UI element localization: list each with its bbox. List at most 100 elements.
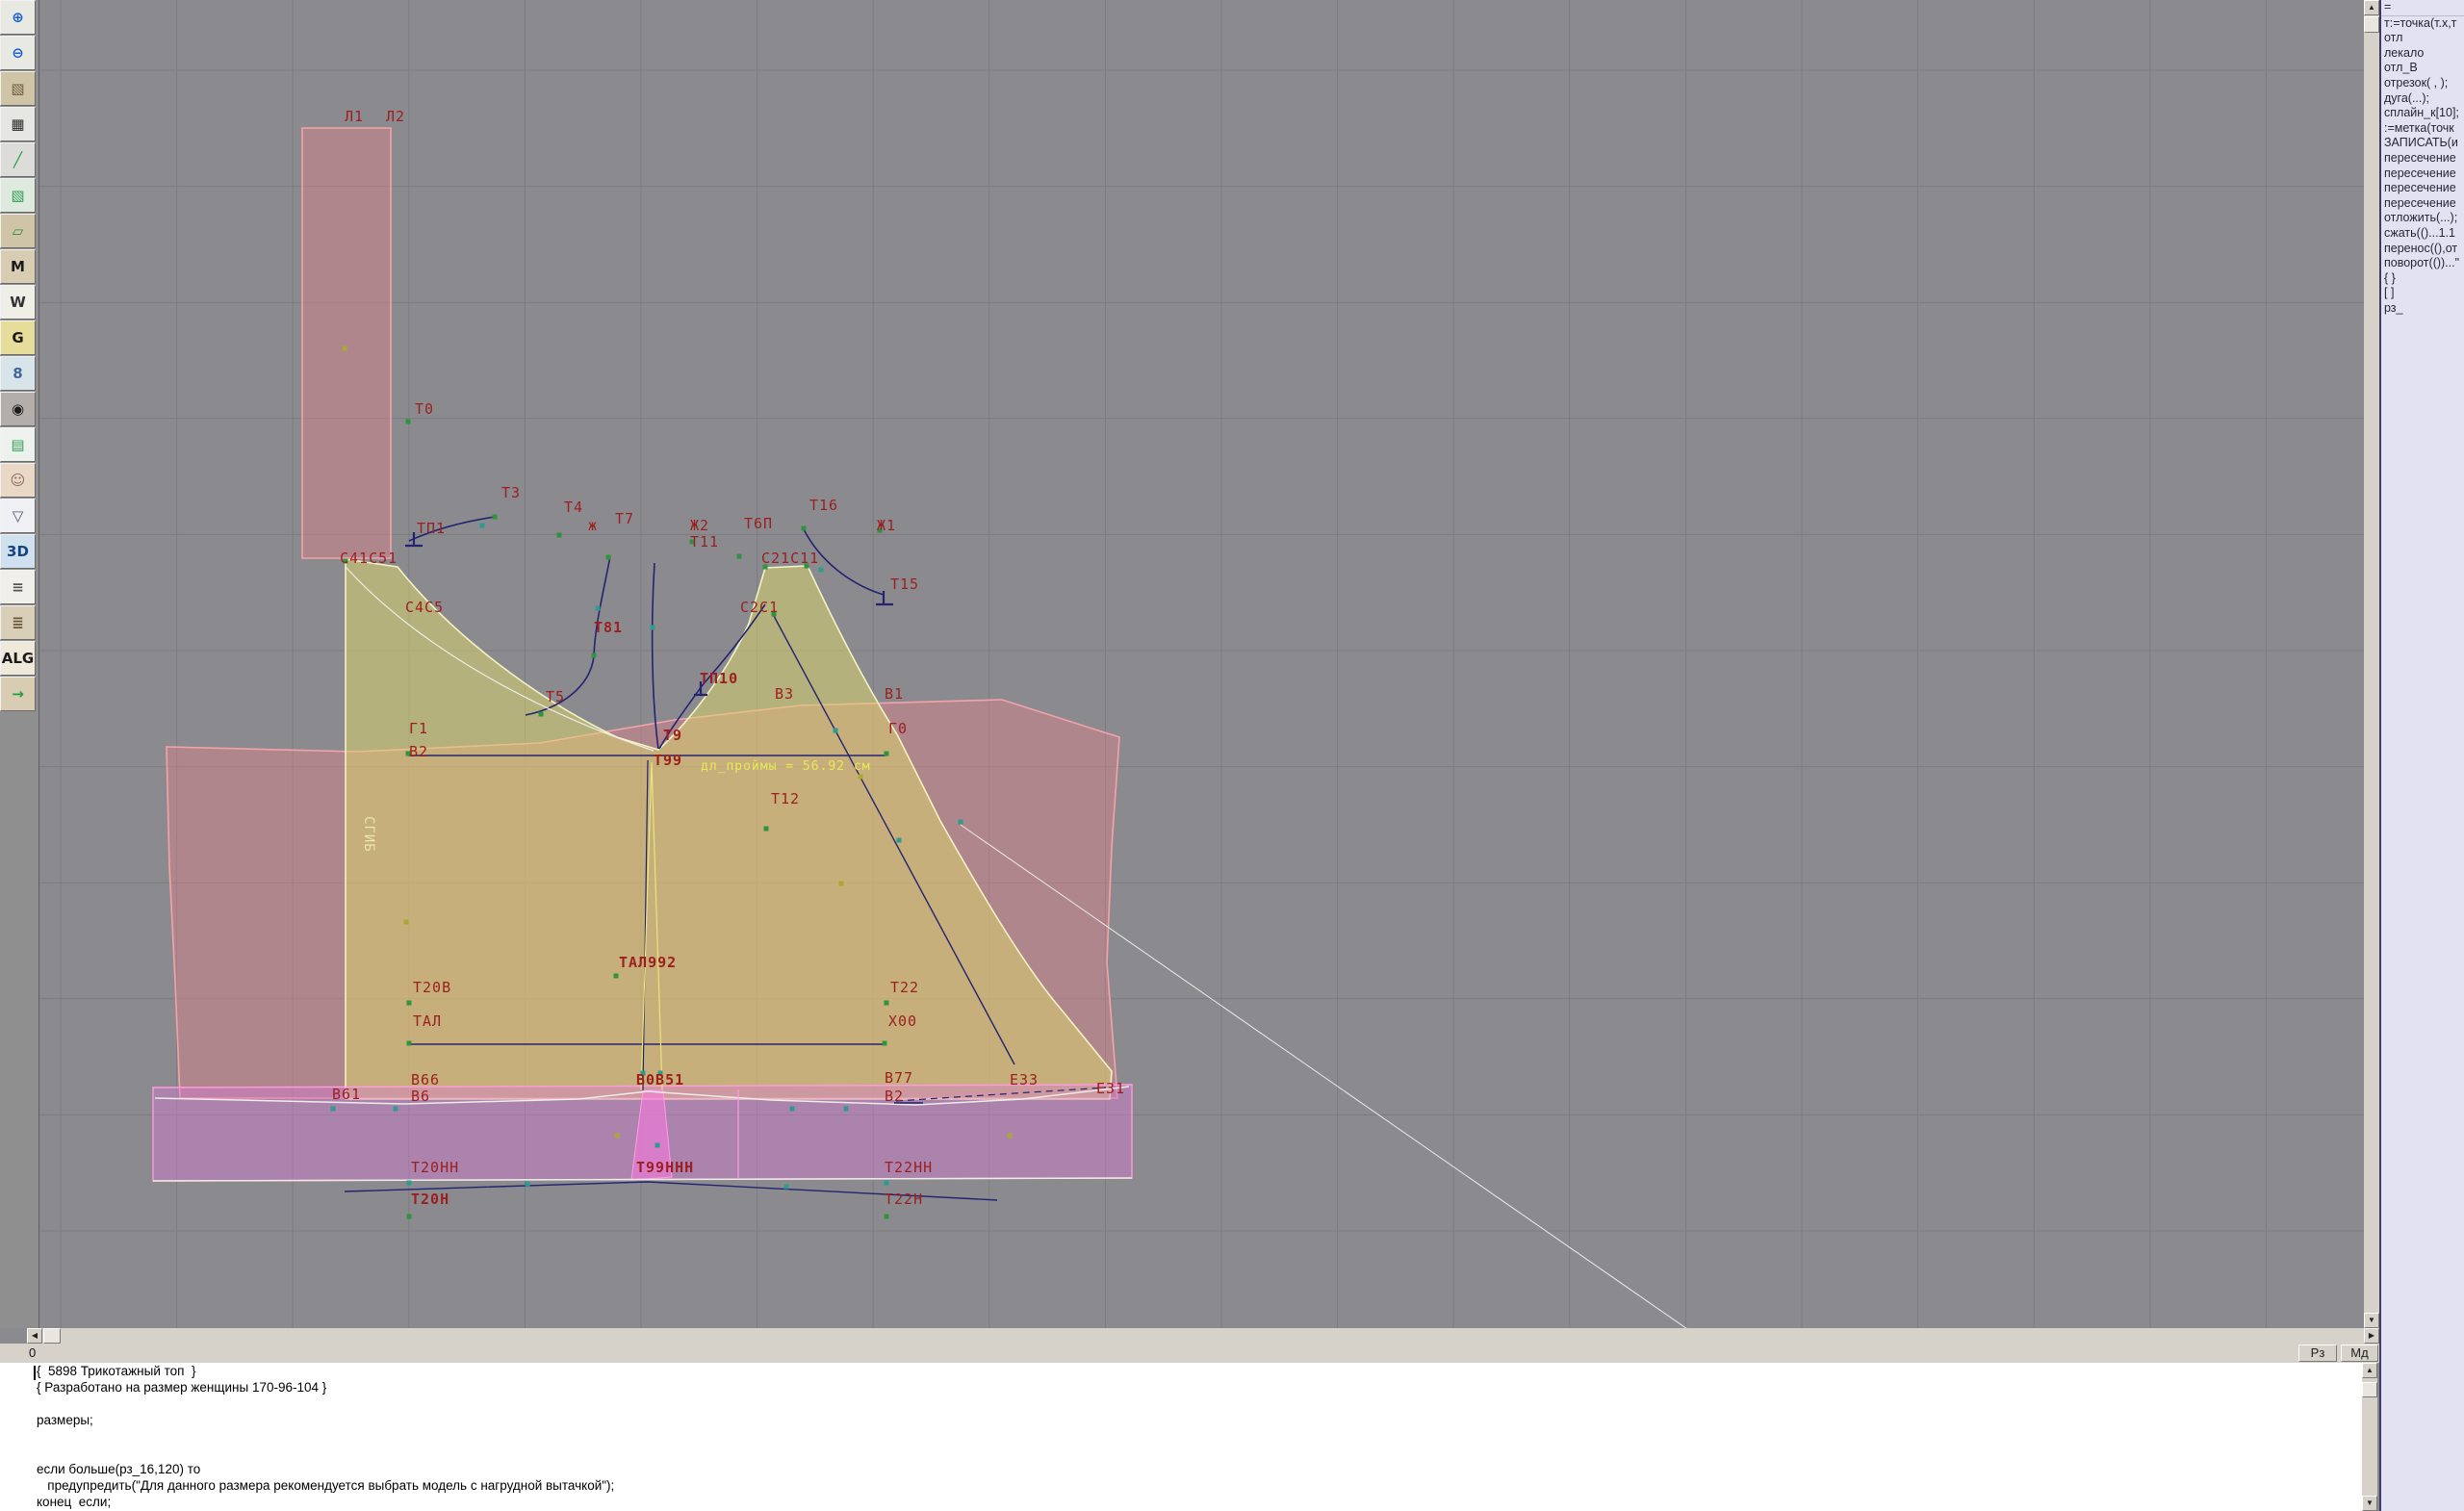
pattern-point[interactable] bbox=[493, 515, 498, 520]
command-item[interactable]: отрезок( , ); bbox=[2381, 76, 2464, 91]
point-label[interactable]: СГИБ bbox=[361, 816, 376, 853]
m-letter-icon[interactable]: M bbox=[0, 249, 36, 284]
pattern-point[interactable] bbox=[1008, 1134, 1013, 1139]
scroll-up-icon[interactable]: ▲ bbox=[2364, 0, 2379, 15]
scroll-down-icon[interactable]: ▼ bbox=[2364, 1313, 2379, 1328]
point-label[interactable]: В61 bbox=[332, 1086, 361, 1103]
3d-icon[interactable]: 3D bbox=[0, 534, 36, 569]
command-item[interactable]: [ ] bbox=[2381, 286, 2464, 301]
command-item[interactable]: = bbox=[2381, 0, 2464, 16]
books-icon[interactable]: ≣ bbox=[0, 605, 36, 640]
pattern-point[interactable] bbox=[819, 568, 824, 573]
point-label[interactable]: Т20Н bbox=[411, 1191, 449, 1208]
point-label[interactable]: дл_проймы = 56.92 см bbox=[701, 759, 871, 774]
vscroll-thumb[interactable] bbox=[2364, 16, 2379, 33]
point-label[interactable]: Т99ННН bbox=[636, 1159, 694, 1176]
pattern-point[interactable] bbox=[539, 712, 544, 717]
editor-vscrollbar[interactable]: ▲ ▼ bbox=[2362, 1363, 2377, 1511]
editor-scroll-down-icon[interactable]: ▼ bbox=[2362, 1496, 2377, 1511]
hscroll-thumb[interactable] bbox=[43, 1328, 61, 1344]
pattern-point[interactable] bbox=[480, 524, 485, 528]
command-item[interactable]: ЗАПИСАТЬ(и bbox=[2381, 136, 2464, 151]
code-editor[interactable]: { 5898 Трикотажный топ }{ Разработано на… bbox=[0, 1363, 2362, 1511]
point-label[interactable]: Т0 bbox=[415, 400, 434, 418]
zoom-out-icon[interactable]: ⊖ bbox=[0, 36, 36, 70]
point-label[interactable]: Т20В bbox=[413, 979, 451, 996]
g-letter-icon[interactable]: G bbox=[0, 320, 36, 355]
pattern-point[interactable] bbox=[404, 920, 409, 925]
point-label[interactable]: ТАЛ bbox=[413, 1012, 442, 1030]
scroll-left-icon[interactable]: ◀ bbox=[27, 1328, 42, 1344]
pattern-point[interactable] bbox=[885, 752, 889, 756]
point-label[interactable]: Т5 bbox=[546, 688, 565, 705]
point-label[interactable]: В1 bbox=[885, 685, 904, 703]
point-label[interactable]: В77 bbox=[885, 1069, 913, 1087]
point-label[interactable]: С4С5 bbox=[405, 599, 444, 616]
point-label[interactable]: ТП1 bbox=[417, 520, 446, 537]
pattern-point[interactable] bbox=[885, 1181, 889, 1186]
point-label[interactable]: С41С51 bbox=[340, 550, 398, 567]
pattern-point[interactable] bbox=[655, 1143, 660, 1148]
pattern-point[interactable] bbox=[614, 974, 619, 979]
pattern-piece-icon[interactable]: ▱ bbox=[0, 214, 36, 248]
point-label[interactable]: Г0 bbox=[888, 720, 908, 737]
ruler-icon[interactable]: 8 bbox=[0, 356, 36, 391]
command-item[interactable]: рз_ bbox=[2381, 301, 2464, 317]
command-item[interactable]: отл_В bbox=[2381, 61, 2464, 76]
point-label[interactable]: В2 bbox=[409, 743, 428, 760]
point-label[interactable]: В66 bbox=[411, 1071, 440, 1088]
pattern-point[interactable] bbox=[651, 626, 655, 630]
pattern-point[interactable] bbox=[802, 526, 807, 531]
canvas-vscrollbar[interactable]: ▲ ▼ bbox=[2364, 0, 2379, 1328]
pattern-point[interactable] bbox=[407, 1001, 412, 1006]
pattern-point[interactable] bbox=[606, 555, 611, 560]
pattern-point[interactable] bbox=[844, 1107, 849, 1112]
command-item[interactable]: дуга(...); bbox=[2381, 91, 2464, 107]
command-item[interactable]: отл bbox=[2381, 31, 2464, 46]
point-label[interactable]: Т99 bbox=[654, 752, 682, 769]
point-label[interactable]: Т3 bbox=[501, 484, 521, 501]
pattern-drawing[interactable]: Л1Л2Т0Т3Т4жТ7Ж2Т6ПТ16Ж1Т11ТП1С41С51С21С1… bbox=[39, 0, 2365, 1328]
command-item[interactable]: поворот(())..." bbox=[2381, 256, 2464, 271]
command-item[interactable]: пересечение bbox=[2381, 166, 2464, 182]
image-icon[interactable]: ▧ bbox=[0, 178, 36, 213]
point-label[interactable]: Т7 bbox=[615, 510, 634, 527]
point-label[interactable]: Т15 bbox=[890, 576, 919, 593]
point-label[interactable]: Е31 bbox=[1096, 1080, 1125, 1097]
command-item[interactable]: сплайн_к[10]; bbox=[2381, 106, 2464, 121]
point-label[interactable]: С21С11 bbox=[761, 550, 819, 567]
pattern-point[interactable] bbox=[557, 533, 562, 538]
point-label[interactable]: Х00 bbox=[888, 1012, 917, 1030]
portrait-icon[interactable]: ☺ bbox=[0, 463, 36, 498]
pattern-point[interactable] bbox=[959, 820, 963, 825]
grid-icon[interactable]: ▦ bbox=[0, 107, 36, 141]
pattern-point[interactable] bbox=[407, 1215, 412, 1219]
camera-icon[interactable]: ◉ bbox=[0, 392, 36, 426]
point-label[interactable]: Г1 bbox=[409, 720, 428, 737]
point-label[interactable]: Ж1 bbox=[877, 517, 896, 534]
pattern-point[interactable] bbox=[859, 775, 863, 780]
pattern-point[interactable] bbox=[834, 729, 838, 733]
pattern-point[interactable] bbox=[343, 346, 347, 351]
garment-sketch-icon[interactable]: ▽ bbox=[0, 499, 36, 533]
notes-icon[interactable]: ≡ bbox=[0, 570, 36, 604]
point-label[interactable]: Т22НН bbox=[885, 1159, 933, 1176]
command-item[interactable]: пересечение bbox=[2381, 181, 2464, 196]
pattern-point[interactable] bbox=[407, 1181, 412, 1186]
pattern-point[interactable] bbox=[764, 827, 769, 832]
pattern-point[interactable] bbox=[790, 1107, 795, 1112]
command-item[interactable]: { } bbox=[2381, 271, 2464, 287]
export-tool-icon[interactable]: → bbox=[0, 677, 36, 711]
md-button[interactable]: Мд bbox=[2341, 1345, 2378, 1362]
pattern-point[interactable] bbox=[839, 882, 844, 886]
pattern-point[interactable] bbox=[897, 838, 902, 843]
point-label[interactable]: ТП10 bbox=[700, 670, 738, 687]
editor-scroll-thumb[interactable] bbox=[2362, 1382, 2377, 1397]
point-label[interactable]: Ж2 bbox=[690, 517, 709, 534]
command-item[interactable]: т:=точка(т.х,т bbox=[2381, 16, 2464, 32]
editor-scroll-up-icon[interactable]: ▲ bbox=[2362, 1363, 2377, 1378]
table-chart-icon[interactable]: ▤ bbox=[0, 427, 36, 462]
rz-button[interactable]: Рз bbox=[2298, 1345, 2337, 1362]
compass-icon[interactable]: W bbox=[0, 285, 36, 320]
point-label[interactable]: Е33 bbox=[1010, 1071, 1039, 1088]
